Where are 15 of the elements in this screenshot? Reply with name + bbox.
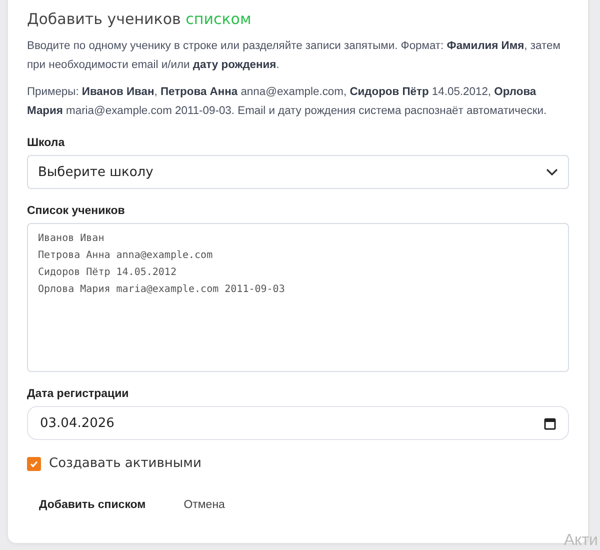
description-text: Примеры: Иванов Иван, Петрова Анна anna@example.com, Сидоров Пётр 14.05.2012, Орлова Мария maria@example.com 2011-09-03. Email и дату рождения система распознаёт автоматически. — [27, 85, 548, 119]
field-label: Список учеников — [27, 205, 126, 217]
checkbox[interactable] — [27, 456, 41, 470]
form-title: Добавить учеников списком — [27, 10, 252, 28]
checkbox-label: Создавать активными — [49, 456, 202, 471]
student-list-field[interactable]: Иванов Иван Петрова Анна anna@example.com Сидоров Пётр 14.05.2012 Орлова Мария maria@example.com 2011-09-03 — [27, 223, 569, 372]
description-text: Вводите по одному ученику в строке или разделяйте записи запятыми. Формат: Фамилия Имя, затем при необходимости email и/или дату рождения. — [27, 39, 562, 73]
overlay-text: Акти — [564, 532, 598, 550]
checkmark-icon — [29, 458, 39, 468]
field-label: Школа — [27, 137, 66, 149]
date-field[interactable]: 03.04.2026 — [27, 406, 569, 440]
calendar-icon[interactable] — [544, 416, 556, 430]
field-label: Дата регистрации — [27, 388, 130, 400]
school-select[interactable]: Выберите школу — [27, 155, 569, 189]
chevron-down-icon — [546, 168, 558, 176]
